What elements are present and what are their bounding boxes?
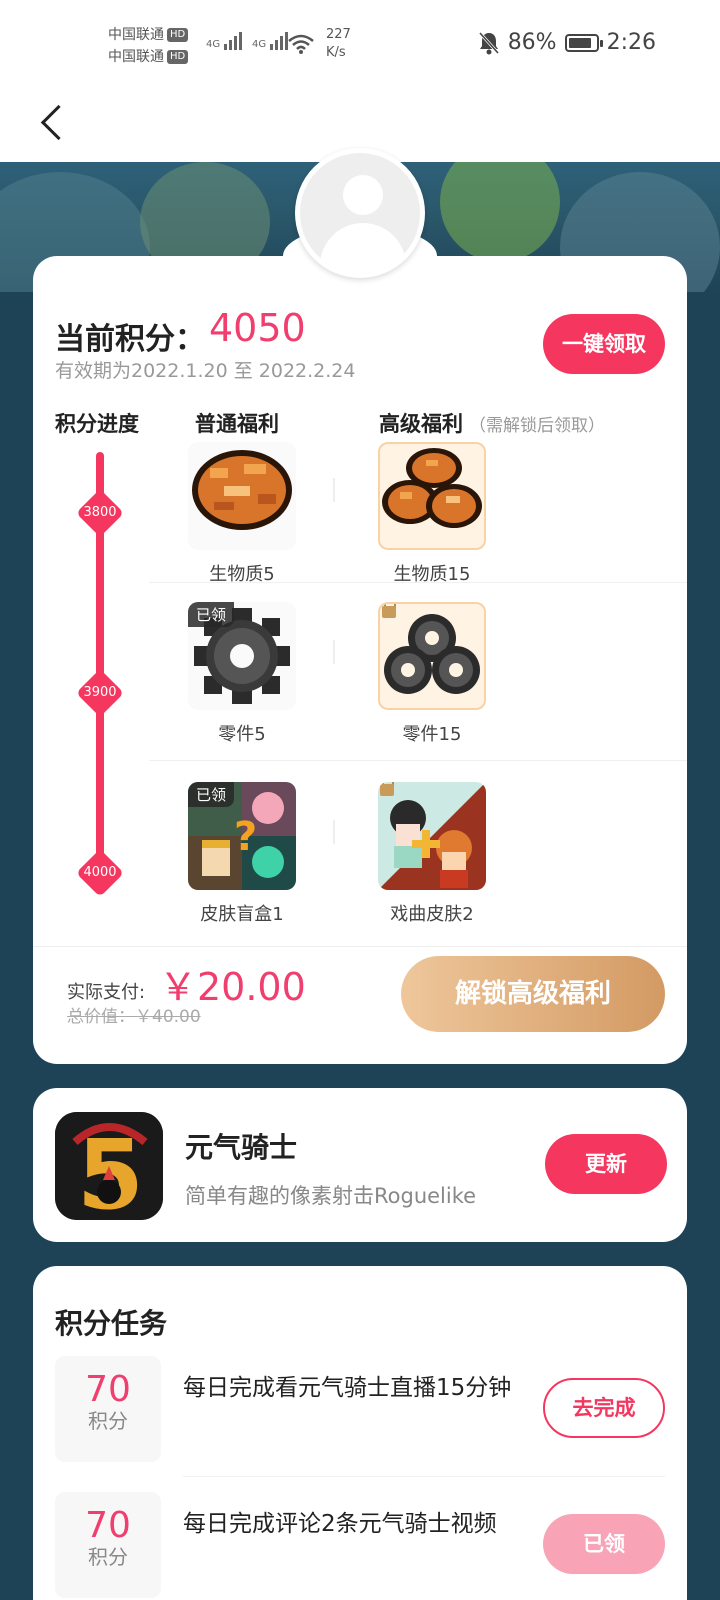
avatar[interactable]	[295, 148, 425, 278]
claim-all-button[interactable]: 一键领取	[543, 314, 665, 374]
paid-label: 实际支付:	[67, 982, 146, 1003]
biomass-pile-icon	[378, 442, 486, 550]
milestone-label: 4000	[83, 865, 117, 880]
col-progress-header: 积分进度	[55, 412, 139, 436]
battery-percent: 86%	[507, 30, 557, 55]
battery-icon	[564, 33, 603, 52]
game-description: 简单有趣的像素射击Roguelike	[185, 1184, 477, 1208]
task-item: 70 积分 每日完成评论2条元气骑士视频 已领	[55, 1492, 665, 1600]
claimed-tag: 已领	[188, 782, 235, 807]
task-description: 每日完成看元气骑士直播15分钟	[183, 1375, 512, 1401]
task-item: 70 积分 每日完成看元气骑士直播15分钟 去完成	[55, 1356, 665, 1464]
milestone-label: 3800	[83, 505, 117, 520]
update-button[interactable]: 更新	[545, 1134, 667, 1194]
wifi-icon	[288, 34, 314, 54]
skin-mystery-box-icon: 已领 ?	[188, 782, 296, 890]
current-points-value: 4050	[209, 306, 306, 350]
task-description: 每日完成评论2条元气骑士视频	[183, 1511, 497, 1537]
col-basic-header: 普通福利	[195, 412, 279, 436]
reward-basic-biomass[interactable]: 生物质5	[188, 442, 296, 586]
svg-text:?: ?	[234, 814, 257, 860]
go-complete-button[interactable]: 去完成	[543, 1378, 665, 1438]
signal-icon-2: 4G	[252, 32, 289, 50]
gear-icon: 已领	[188, 602, 296, 710]
gears-icon	[378, 602, 486, 710]
biomass-icon	[188, 442, 296, 550]
game-card: 5 元气骑士 简单有趣的像素射击Roguelike 更新	[33, 1088, 687, 1242]
back-arrow-icon[interactable]	[34, 98, 74, 148]
mute-bell-icon	[478, 31, 499, 54]
opera-skin-icon	[378, 782, 486, 890]
claimed-tag: 已领	[188, 602, 235, 627]
reward-basic-parts[interactable]: 已领 零件5	[188, 602, 296, 746]
col-premium-header: 高级福利 （需解锁后领取）	[379, 412, 605, 436]
validity-period: 有效期为2022.1.20 至 2022.2.24	[55, 360, 356, 382]
reward-premium-opera-skin[interactable]: 戏曲皮肤2	[378, 782, 486, 926]
claimed-button[interactable]: 已领	[543, 1514, 665, 1574]
game-app-icon[interactable]: 5	[55, 1112, 163, 1220]
reward-premium-biomass[interactable]: 生物质15	[378, 442, 486, 586]
milestone-label: 3900	[83, 685, 117, 700]
net-speed: 227 K/s	[326, 27, 351, 60]
points-task-card: 积分任务 70 积分 每日完成看元气骑士直播15分钟 去完成 70 积分 每日完…	[33, 1266, 687, 1600]
total-value: 总价值：￥40.00	[67, 1007, 201, 1027]
signal-icon: 4G	[206, 32, 243, 50]
task-points-badge: 70 积分	[55, 1356, 161, 1462]
game-name: 元气骑士	[185, 1131, 298, 1164]
reward-premium-parts[interactable]: 零件15	[378, 602, 486, 746]
status-bar: 中国联通 HD 中国联通 HD 4G 4G 227 K/s 86% 2:26	[0, 0, 720, 90]
unlock-premium-button[interactable]: 解锁高级福利	[401, 956, 665, 1032]
reward-basic-skin-box[interactable]: 已领 ? 皮肤盲盒1	[188, 782, 296, 926]
lock-icon	[382, 604, 396, 618]
task-section-title: 积分任务	[55, 1307, 168, 1340]
clock: 2:26	[606, 30, 656, 55]
points-card: 当前积分： 4050 有效期为2022.1.20 至 2022.2.24 一键领…	[33, 226, 687, 1064]
carrier-info: 中国联通 HD 中国联通 HD	[108, 24, 189, 68]
lock-icon	[380, 782, 394, 796]
current-points-label: 当前积分：	[55, 322, 205, 357]
task-points-badge: 70 积分	[55, 1492, 161, 1598]
